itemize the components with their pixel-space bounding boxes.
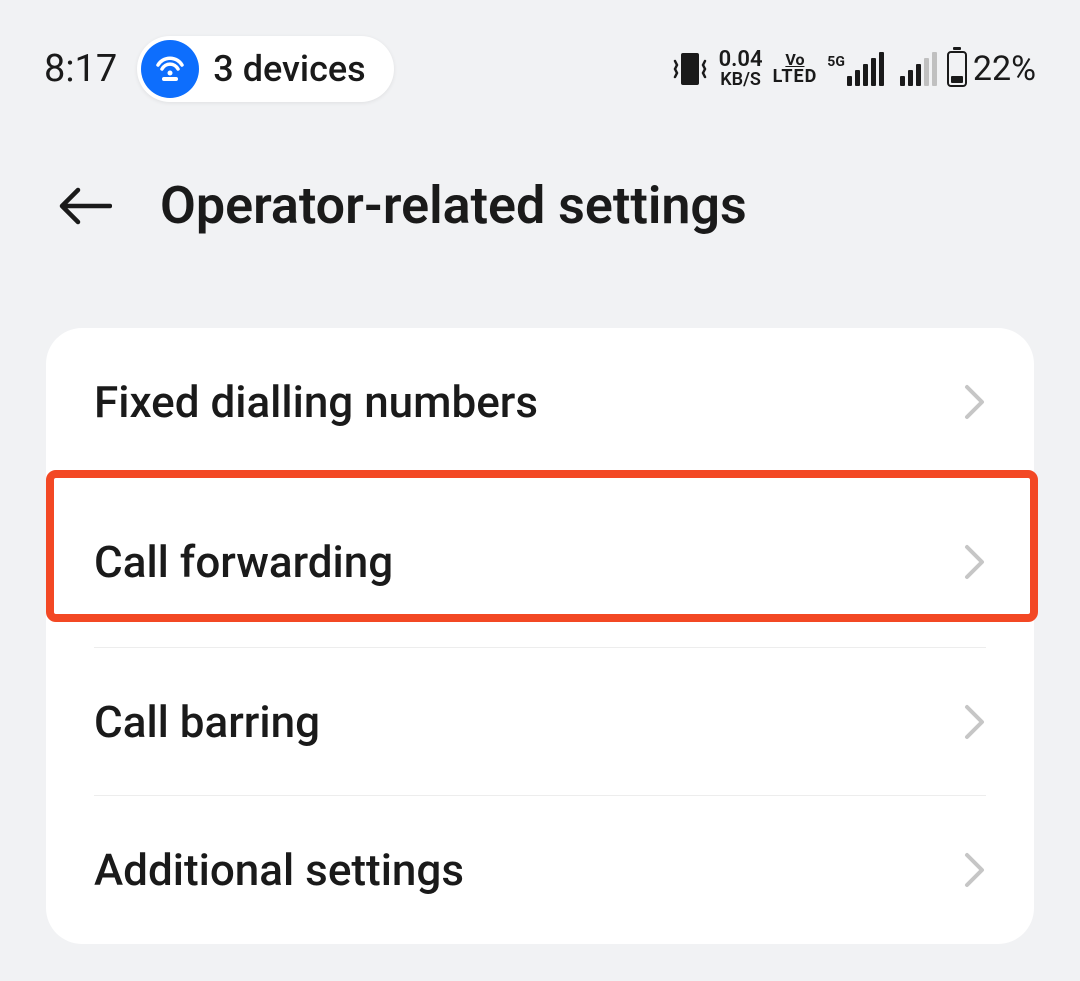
signal-secondary-icon bbox=[900, 52, 937, 86]
back-button[interactable] bbox=[56, 177, 114, 235]
page-header: Operator-related settings bbox=[0, 110, 1080, 236]
chevron-right-icon bbox=[964, 851, 986, 889]
hotspot-icon bbox=[141, 40, 199, 98]
settings-item-fixed-dialling[interactable]: Fixed dialling numbers bbox=[46, 328, 1034, 476]
status-time: 8:17 bbox=[44, 47, 117, 91]
data-speed-unit: KB/S bbox=[720, 71, 761, 89]
status-bar: 8:17 3 devices 0.04 KB/S Vo LTED bbox=[0, 0, 1080, 110]
settings-item-call-forwarding[interactable]: Call forwarding bbox=[46, 476, 1034, 648]
settings-item-call-barring[interactable]: Call barring bbox=[46, 648, 1034, 796]
battery-icon bbox=[947, 51, 967, 87]
settings-item-label: Fixed dialling numbers bbox=[94, 376, 538, 428]
chevron-right-icon bbox=[964, 383, 986, 421]
settings-item-additional[interactable]: Additional settings bbox=[46, 796, 1034, 944]
page-title: Operator-related settings bbox=[160, 175, 747, 236]
hotspot-pill[interactable]: 3 devices bbox=[137, 36, 393, 102]
settings-list: Fixed dialling numbers Call forwarding C… bbox=[46, 328, 1034, 944]
settings-item-label: Call forwarding bbox=[94, 536, 393, 588]
settings-item-label: Call barring bbox=[94, 696, 320, 748]
data-speed-indicator: 0.04 KB/S bbox=[719, 49, 763, 89]
chevron-right-icon bbox=[964, 703, 986, 741]
chevron-right-icon bbox=[964, 543, 986, 581]
status-icons: 0.04 KB/S Vo LTED 5G bbox=[671, 49, 1036, 89]
volte-icon: Vo LTED bbox=[773, 52, 818, 86]
settings-item-label: Additional settings bbox=[94, 844, 464, 896]
data-speed-value: 0.04 bbox=[719, 49, 763, 71]
signal-5g-icon: 5G bbox=[827, 52, 884, 86]
battery-percent: 22% bbox=[973, 49, 1036, 89]
vibrate-icon bbox=[671, 51, 709, 87]
battery-indicator: 22% bbox=[947, 49, 1036, 89]
hotspot-label: 3 devices bbox=[213, 48, 365, 90]
arrow-left-icon bbox=[58, 186, 112, 226]
